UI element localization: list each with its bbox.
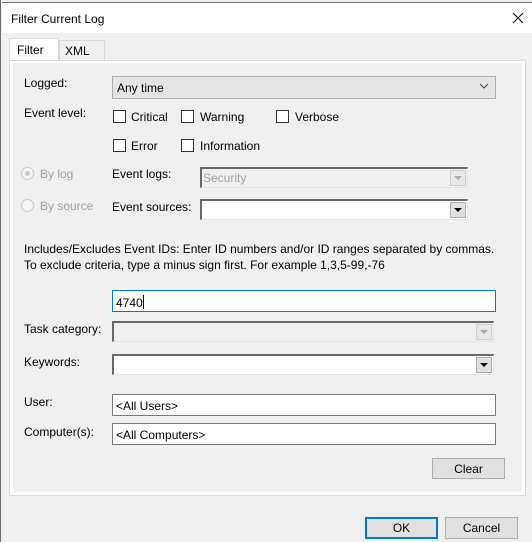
computers-label: Computer(s): [24, 425, 95, 439]
task-category-dropdown-button[interactable] [476, 324, 492, 340]
clear-button[interactable]: Clear [432, 458, 505, 479]
information-label: Information [200, 139, 261, 153]
event-sources-dropdown-button[interactable] [450, 202, 466, 218]
critical-checkbox[interactable] [113, 110, 126, 123]
logged-dropdown[interactable]: Any time [112, 76, 496, 99]
by-source-radio[interactable] [21, 199, 34, 212]
filter-dialog: Filter Current Log Filter XML Logged: An… [0, 0, 532, 542]
dialog-title: Filter Current Log [11, 12, 105, 26]
event-sources-label: Event sources: [112, 200, 192, 214]
dropdown-arrow-icon [454, 208, 462, 212]
by-log-radio[interactable] [21, 167, 34, 180]
tab-xml-label: XML [65, 44, 90, 58]
by-source-label: By source [40, 199, 94, 213]
title-bar: Filter Current Log [2, 2, 532, 33]
event-logs-dropdown[interactable]: Security [200, 167, 468, 188]
close-icon [512, 12, 524, 24]
text-caret [142, 295, 144, 309]
event-logs-label: Event logs: [112, 167, 172, 181]
task-category-label: Task category: [24, 322, 102, 336]
event-logs-dropdown-button[interactable] [450, 170, 466, 186]
dropdown-arrow-icon [480, 330, 488, 334]
event-ids-description: Includes/Excludes Event IDs: Enter ID nu… [24, 242, 495, 272]
by-log-label: By log [40, 167, 74, 181]
event-ids-value: 4740 [116, 296, 143, 310]
user-value: <All Users> [116, 399, 179, 413]
event-logs-value: Security [203, 171, 247, 185]
tab-filter[interactable]: Filter [9, 38, 59, 60]
computers-value: <All Computers> [116, 428, 206, 442]
critical-label: Critical [131, 110, 168, 124]
logged-label: Logged: [24, 76, 68, 90]
warning-label: Warning [200, 110, 245, 124]
keywords-dropdown-button[interactable] [476, 357, 492, 373]
keywords-dropdown[interactable] [112, 354, 494, 375]
event-sources-dropdown[interactable] [200, 199, 468, 220]
verbose-checkbox[interactable] [276, 110, 289, 123]
close-button[interactable] [503, 3, 532, 33]
user-label: User: [24, 395, 53, 409]
event-ids-input[interactable]: 4740 [112, 290, 496, 312]
error-label: Error [131, 139, 158, 153]
user-input[interactable]: <All Users> [112, 394, 496, 416]
logged-value: Any time [117, 81, 164, 95]
computers-input[interactable]: <All Computers> [112, 423, 496, 445]
dropdown-arrow-icon [480, 363, 488, 367]
dropdown-arrow-icon [454, 176, 462, 180]
information-checkbox[interactable] [181, 139, 194, 152]
verbose-label: Verbose [295, 110, 340, 124]
task-category-dropdown[interactable] [112, 321, 494, 342]
tab-filter-label: Filter [17, 43, 44, 57]
chevron-down-icon [479, 83, 489, 89]
tab-xml[interactable]: XML [59, 40, 105, 61]
cancel-button[interactable]: Cancel [445, 517, 518, 539]
event-level-label: Event level: [24, 106, 87, 120]
warning-checkbox[interactable] [181, 110, 194, 123]
ok-button[interactable]: OK [365, 517, 438, 539]
error-checkbox[interactable] [113, 139, 126, 152]
keywords-label: Keywords: [24, 355, 81, 369]
